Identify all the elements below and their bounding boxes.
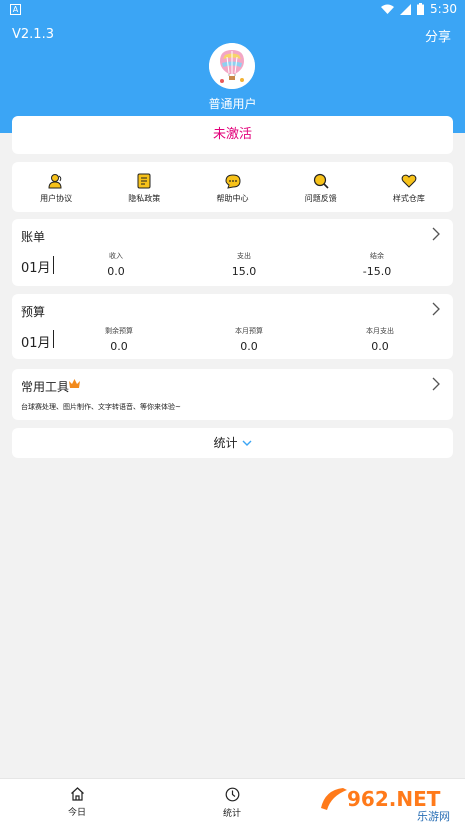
wifi-icon — [381, 4, 395, 14]
search-icon — [313, 173, 329, 189]
menu-item-label: 隐私政策 — [128, 194, 161, 203]
stat-label: 收入 — [109, 252, 123, 260]
menu-item-feedback[interactable]: 问题反馈 — [277, 162, 365, 212]
menu-item-help-center[interactable]: 帮助中心 — [188, 162, 276, 212]
stat-label: 本月支出 — [366, 327, 394, 335]
avatar[interactable] — [209, 43, 255, 89]
heart-icon — [401, 174, 417, 188]
clock-icon — [225, 787, 239, 802]
tools-title: 常用工具 — [21, 380, 70, 394]
menu-item-label: 样式仓库 — [392, 194, 425, 203]
stat-value: 0.0 — [110, 340, 128, 353]
status-time: 5:30 — [430, 2, 457, 16]
stat-label: 结余 — [370, 252, 384, 260]
nav-item-stats[interactable]: 统计 — [202, 787, 262, 819]
budget-monthly: 本月预算 0.0 — [209, 326, 289, 353]
month-divider — [53, 256, 54, 274]
bill-title: 账单 — [21, 230, 46, 244]
chevron-right-icon[interactable] — [431, 302, 441, 316]
stats-toggle-label: 统计 — [213, 436, 238, 450]
username: 普通用户 — [208, 97, 257, 111]
notification-icon: A — [10, 4, 21, 15]
signal-icon — [400, 3, 412, 15]
bill-income: 收入 0.0 — [76, 251, 156, 278]
menu-item-label: 问题反馈 — [304, 194, 337, 203]
menu-item-label: 帮助中心 — [216, 194, 249, 203]
budget-monthly-expense: 本月支出 0.0 — [340, 326, 420, 353]
watermark-logo: 962.NET 乐游网 — [321, 786, 459, 823]
status-bar: A 5:30 — [0, 0, 465, 20]
stat-label: 支出 — [237, 252, 251, 260]
watermark-text: 962.NET — [347, 787, 441, 811]
chevron-down-icon — [242, 440, 251, 446]
tools-card[interactable]: 常用工具 台球赛处理、图片制作、文字转语音、等你来体验~ — [12, 369, 453, 420]
nav-item-today[interactable]: 今日 — [47, 787, 107, 818]
bill-month[interactable]: 01月 — [21, 257, 51, 276]
menu-item-user-agreement[interactable]: 用户协议 — [12, 162, 100, 212]
stat-value: 0.0 — [240, 340, 258, 353]
menu-item-style-store[interactable]: 样式仓库 — [365, 162, 453, 212]
nav-label: 统计 — [222, 809, 241, 819]
budget-remaining: 剩余预算 0.0 — [79, 326, 159, 353]
hot-air-balloon-icon — [209, 43, 255, 89]
month-divider — [53, 330, 54, 348]
chevron-right-icon[interactable] — [431, 377, 441, 391]
app-version: V2.1.3 — [12, 27, 54, 42]
activation-status-button[interactable]: 未激活 — [12, 116, 453, 154]
watermark-subtext: 乐游网 — [417, 810, 450, 823]
home-icon — [70, 787, 84, 801]
quick-menu: 用户协议 隐私政策 帮助中心 问题反馈 样式仓库 — [12, 162, 453, 212]
user-icon — [48, 174, 62, 189]
stat-value: 15.0 — [231, 265, 257, 278]
menu-item-label: 用户协议 — [40, 194, 73, 203]
share-button[interactable]: 分享 — [425, 26, 451, 45]
stats-toggle-button[interactable]: 统计 — [12, 428, 453, 458]
bill-card[interactable]: 账单 01月 收入 0.0 支出 15.0 结余 -15.0 — [12, 219, 453, 286]
budget-month[interactable]: 01月 — [21, 332, 51, 351]
budget-card[interactable]: 预算 01月 剩余预算 0.0 本月预算 0.0 本月支出 0.0 — [12, 294, 453, 359]
tools-description: 台球赛处理、图片制作、文字转语音、等你来体验~ — [21, 403, 181, 411]
stat-label: 剩余预算 — [105, 327, 133, 335]
stat-value: 0.0 — [107, 265, 125, 278]
bill-balance: 结余 -15.0 — [337, 251, 417, 278]
chat-bubble-icon — [224, 174, 241, 189]
menu-item-privacy-policy[interactable]: 隐私政策 — [100, 162, 188, 212]
crown-icon — [69, 379, 80, 388]
stat-label: 本月预算 — [235, 327, 263, 335]
chevron-right-icon[interactable] — [431, 227, 441, 241]
stat-value: 0.0 — [371, 340, 389, 353]
nav-label: 今日 — [67, 808, 86, 818]
document-icon — [137, 173, 151, 189]
stat-value: -15.0 — [362, 265, 392, 278]
battery-icon — [417, 3, 425, 15]
budget-title: 预算 — [21, 305, 46, 319]
bill-expense: 支出 15.0 — [204, 251, 284, 278]
